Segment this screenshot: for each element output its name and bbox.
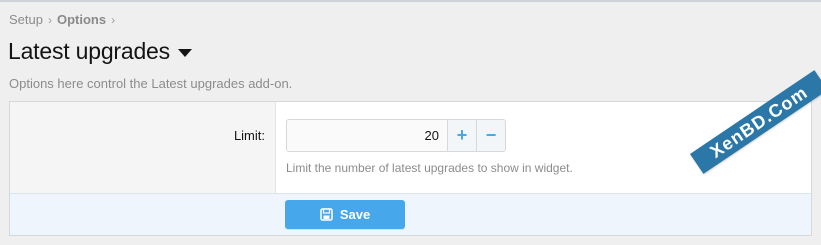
options-page: Setup › Options › Latest upgrades Option… <box>0 0 821 245</box>
breadcrumb: Setup › Options › <box>9 12 115 27</box>
save-label: Save <box>339 207 371 222</box>
breadcrumb-separator: › <box>111 12 116 27</box>
caret-down-icon[interactable] <box>177 49 192 57</box>
breadcrumb-item-options[interactable]: Options <box>57 12 106 27</box>
title-row: Latest upgrades <box>8 38 192 65</box>
decrement-button[interactable]: − <box>476 120 505 151</box>
options-panel: Limit: + − Limit the number of latest up… <box>9 101 812 236</box>
increment-button[interactable]: + <box>447 120 476 151</box>
limit-input[interactable] <box>287 120 447 151</box>
page-description: Options here control the Latest upgrades… <box>9 76 293 91</box>
form-row-limit: Limit: + − Limit the number of latest up… <box>10 102 811 193</box>
limit-hint: Limit the number of latest upgrades to s… <box>286 161 573 175</box>
save-button[interactable]: Save <box>285 200 405 229</box>
limit-label: Limit: <box>233 128 265 143</box>
floppy-disk-icon <box>320 208 333 221</box>
label-column: Limit: <box>10 102 276 193</box>
limit-number-box: + − <box>286 119 506 152</box>
form-footer: Save <box>10 193 811 235</box>
page-title: Latest upgrades <box>8 38 170 64</box>
breadcrumb-item-setup[interactable]: Setup <box>9 12 43 27</box>
breadcrumb-separator: › <box>47 12 52 27</box>
